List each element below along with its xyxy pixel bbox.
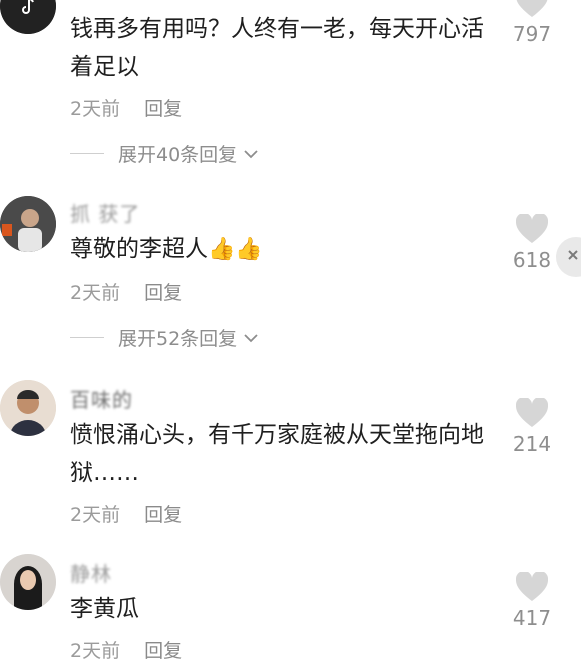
comment-text-body: 尊敬的李超人: [70, 236, 208, 262]
divider: [70, 337, 104, 338]
username[interactable]: 静林: [70, 558, 112, 587]
expand-replies[interactable]: 展开52条回复: [70, 324, 259, 351]
expand-label: 展开52条回复: [118, 328, 238, 350]
reply-button[interactable]: 回复: [144, 98, 182, 120]
heart-icon: [516, 214, 548, 243]
avatar[interactable]: [0, 554, 56, 610]
avatar[interactable]: [0, 196, 56, 252]
like-button[interactable]: 797: [512, 0, 552, 46]
avatar[interactable]: [0, 380, 56, 436]
like-button[interactable]: 214: [512, 398, 552, 456]
comment-text: 尊敬的李超人👍👍: [70, 230, 490, 269]
like-count: 797: [512, 22, 552, 46]
heart-icon: [516, 398, 548, 427]
like-count: 417: [512, 606, 552, 630]
heart-icon: [516, 0, 548, 17]
comment-text: 李黄瓜: [70, 596, 139, 622]
divider: [70, 153, 104, 154]
comment-time: 2天前: [70, 504, 121, 526]
avatar[interactable]: [0, 0, 56, 34]
chevron-down-icon: [244, 333, 258, 342]
username[interactable]: 百味的: [70, 384, 133, 413]
comment-text: 钱再多有用吗？人终有一老，每天开心活着足以: [70, 16, 484, 80]
comment-meta: 2天前 回复: [70, 500, 182, 527]
heart-icon: [516, 572, 548, 601]
like-button[interactable]: 417: [512, 572, 552, 630]
expand-label: 展开40条回复: [118, 144, 238, 166]
close-icon: [568, 250, 578, 260]
like-count: 214: [512, 432, 552, 456]
comment-time: 2天前: [70, 640, 121, 662]
like-count: 618: [512, 248, 552, 272]
close-button[interactable]: [556, 237, 581, 277]
thumbs-up-emoji: 👍👍: [208, 237, 263, 262]
like-button[interactable]: 618: [512, 214, 552, 272]
comment-time: 2天前: [70, 98, 121, 120]
comment-time: 2天前: [70, 282, 121, 304]
chevron-down-icon: [244, 149, 258, 158]
reply-button[interactable]: 回复: [144, 282, 182, 304]
reply-button[interactable]: 回复: [144, 640, 182, 662]
expand-replies[interactable]: 展开40条回复: [70, 140, 259, 167]
reply-button[interactable]: 回复: [144, 504, 182, 526]
comment-meta: 2天前 回复: [70, 278, 182, 305]
comment-meta: 2天前 回复: [70, 94, 182, 121]
comment-text: 愤恨涌心头，有千万家庭被从天堂拖向地狱……: [70, 422, 484, 486]
username[interactable]: 抓 获了: [70, 198, 140, 227]
